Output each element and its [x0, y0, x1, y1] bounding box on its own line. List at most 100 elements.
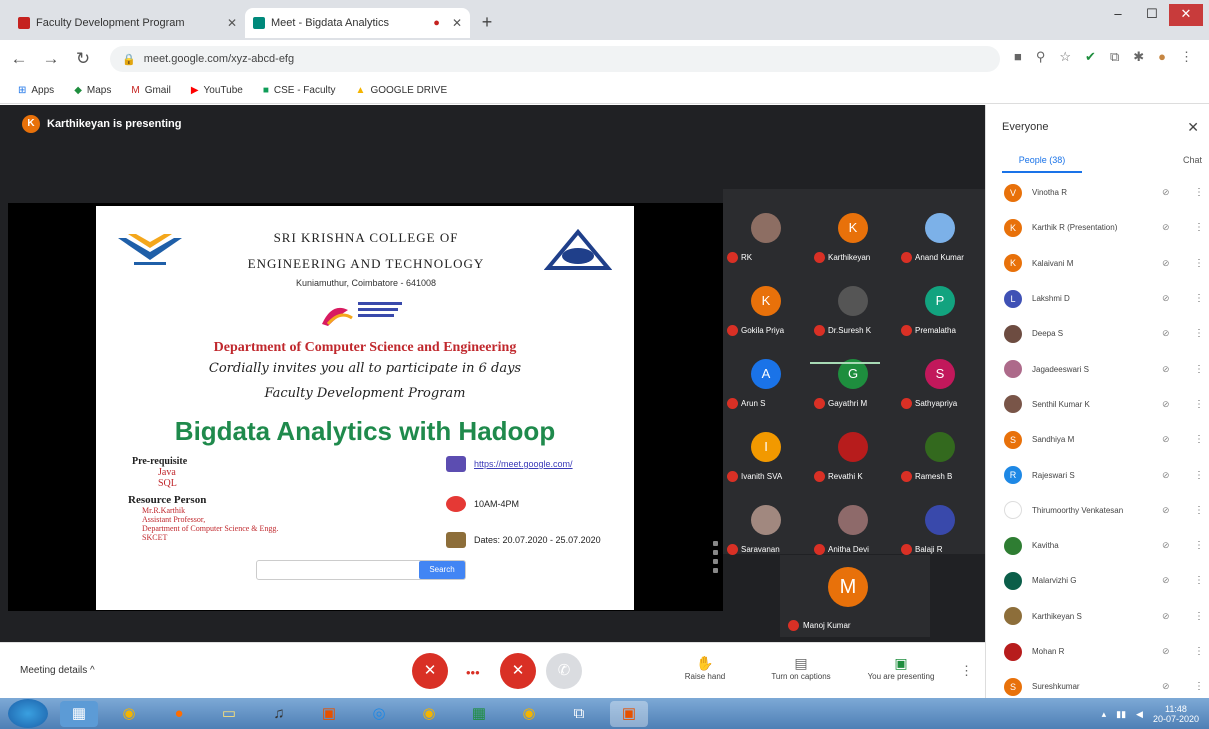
people-list-item[interactable]: V Vinotha R ⊘ ⋮: [986, 175, 1209, 210]
reload-icon[interactable]: ↻: [70, 49, 96, 69]
close-window-button[interactable]: ✕: [1169, 4, 1203, 26]
bookmark-maps[interactable]: ◆ Maps: [74, 85, 111, 96]
participant-tile[interactable]: Revathi K: [810, 418, 896, 488]
participant-tile[interactable]: Anand Kumar: [897, 199, 983, 269]
hangup-dots-icon[interactable]: •••: [466, 665, 480, 680]
captions-button[interactable]: ▤ Turn on captions: [756, 655, 846, 681]
minimize-button[interactable]: –: [1101, 4, 1135, 26]
people-list-item[interactable]: Senthil Kumar K ⊘ ⋮: [986, 387, 1209, 422]
mic-toggle-button[interactable]: ✕: [412, 653, 448, 689]
participant-tile[interactable]: K Karthikeyan: [810, 199, 896, 269]
participant-tile[interactable]: A Arun S: [723, 345, 809, 415]
profile-avatar-icon[interactable]: ●: [1158, 49, 1166, 65]
chrome-icon-2[interactable]: ◉: [410, 701, 448, 727]
tray-arrow-icon[interactable]: ▴: [1102, 709, 1107, 720]
person-more-icon[interactable]: ⋮: [1194, 540, 1204, 551]
person-more-icon[interactable]: ⋮: [1194, 328, 1204, 339]
person-more-icon[interactable]: ⋮: [1194, 293, 1204, 304]
people-list-item[interactable]: Deepa S ⊘ ⋮: [986, 316, 1209, 351]
tab-people[interactable]: People (38): [1002, 155, 1082, 173]
participant-tile[interactable]: K Gokila Priya: [723, 272, 809, 342]
present-button[interactable]: ▣ You are presenting: [856, 655, 946, 681]
raise-hand-button[interactable]: ✋ Raise hand: [660, 655, 750, 681]
close-panel-icon[interactable]: ✕: [1187, 119, 1199, 136]
powerpoint-icon[interactable]: ▣: [310, 701, 348, 727]
address-bar[interactable]: 🔒 meet.google.com/xyz-abcd-efg: [110, 46, 1000, 72]
person-more-icon[interactable]: ⋮: [1194, 575, 1204, 586]
star-icon[interactable]: ☆: [1059, 49, 1071, 65]
participant-tile[interactable]: Saravanan: [723, 491, 809, 561]
person-more-icon[interactable]: ⋮: [1194, 681, 1204, 692]
folder-icon[interactable]: ▭: [210, 701, 248, 727]
person-more-icon[interactable]: ⋮: [1194, 434, 1204, 445]
explorer-icon[interactable]: ▦: [60, 700, 98, 727]
menu-icon[interactable]: ⋮: [1180, 49, 1193, 65]
check-extension-icon[interactable]: ✔: [1085, 49, 1096, 65]
hang-up-button[interactable]: ✆: [546, 653, 582, 689]
participant-tile[interactable]: P Premalatha: [897, 272, 983, 342]
tab-close-icon[interactable]: ✕: [227, 16, 237, 30]
participant-tile[interactable]: G Gayathri M: [810, 345, 896, 415]
person-more-icon[interactable]: ⋮: [1194, 505, 1204, 516]
participant-tile[interactable]: Dr.Suresh K: [810, 272, 896, 342]
zoom-icon[interactable]: ⚲: [1036, 49, 1046, 65]
tile-drag-handle[interactable]: [713, 541, 719, 581]
person-more-icon[interactable]: ⋮: [1194, 399, 1204, 410]
people-list-item[interactable]: K Kalaivani M ⊘ ⋮: [986, 246, 1209, 281]
participant-tile[interactable]: RK: [723, 199, 809, 269]
person-more-icon[interactable]: ⋮: [1194, 258, 1204, 269]
people-list-item[interactable]: Malarvizhi G ⊘ ⋮: [986, 563, 1209, 598]
back-arrow-icon[interactable]: ←: [6, 49, 32, 69]
forward-arrow-icon[interactable]: →: [38, 49, 64, 69]
participant-tile[interactable]: I Ivanith SVA: [723, 418, 809, 488]
firefox-icon[interactable]: ●: [160, 701, 198, 727]
participant-tile[interactable]: S Sathyapriya: [897, 345, 983, 415]
meeting-details-button[interactable]: Meeting details ^: [20, 665, 95, 676]
people-list-item[interactable]: Jagadeeswari S ⊘ ⋮: [986, 351, 1209, 386]
person-more-icon[interactable]: ⋮: [1194, 470, 1204, 481]
new-tab-button[interactable]: +: [476, 12, 498, 34]
excel-icon[interactable]: ▦: [460, 701, 498, 727]
puzzle-icon[interactable]: ✱: [1133, 49, 1144, 65]
bookmark-apps[interactable]: ⊞ Apps: [18, 85, 54, 96]
browser-icon[interactable]: ◎: [360, 701, 398, 727]
tab-chat[interactable]: Chat: [1132, 155, 1202, 173]
browser-tab-inactive[interactable]: Faculty Development Program ✕: [10, 8, 245, 38]
people-list-item[interactable]: Karthikeyan S ⊘ ⋮: [986, 599, 1209, 634]
people-list-item[interactable]: Mohan R ⊘ ⋮: [986, 634, 1209, 669]
people-list-item[interactable]: Kavitha ⊘ ⋮: [986, 528, 1209, 563]
chrome-icon[interactable]: ◉: [110, 701, 148, 727]
maximize-button[interactable]: ☐: [1135, 4, 1169, 26]
camera-icon[interactable]: ■: [1014, 49, 1022, 65]
media-icon[interactable]: ♫: [260, 701, 298, 727]
people-list-item[interactable]: Thirumoorthy Venkatesan ⊘ ⋮: [986, 493, 1209, 528]
bookmark-drive[interactable]: ▲ GOOGLE DRIVE: [356, 85, 448, 96]
bookmark-cse[interactable]: ■ CSE - Faculty: [263, 85, 336, 96]
network-icon[interactable]: ▮▮: [1116, 709, 1126, 720]
person-more-icon[interactable]: ⋮: [1194, 187, 1204, 198]
person-more-icon[interactable]: ⋮: [1194, 222, 1204, 233]
clock[interactable]: 11:48 20-07-2020: [1153, 704, 1199, 724]
people-list-item[interactable]: R Rajeswari S ⊘ ⋮: [986, 457, 1209, 492]
more-options-icon[interactable]: ⋮: [960, 663, 973, 679]
people-list-item[interactable]: L Lakshmi D ⊘ ⋮: [986, 281, 1209, 316]
bookmark-gmail[interactable]: M Gmail: [131, 85, 170, 96]
extension-icon[interactable]: ⧉: [1110, 49, 1119, 65]
person-more-icon[interactable]: ⋮: [1194, 364, 1204, 375]
powerpoint-active-icon[interactable]: ▣: [610, 700, 648, 727]
participant-tile[interactable]: Ramesh B: [897, 418, 983, 488]
browser-tab-active[interactable]: Meet - Bigdata Analytics ● ✕: [245, 8, 470, 38]
participant-tile[interactable]: Anitha Devi: [810, 491, 896, 561]
person-more-icon[interactable]: ⋮: [1194, 611, 1204, 622]
tab-close-icon[interactable]: ✕: [452, 16, 462, 30]
bookmark-youtube[interactable]: ▶ YouTube: [191, 85, 243, 96]
chrome-icon-3[interactable]: ◉: [510, 701, 548, 727]
camera-toggle-button[interactable]: ✕: [500, 653, 536, 689]
person-more-icon[interactable]: ⋮: [1194, 646, 1204, 657]
window-switcher-icon[interactable]: ⧉: [560, 701, 598, 727]
people-list-item[interactable]: K Karthik R (Presentation) ⊘ ⋮: [986, 210, 1209, 245]
participant-tile[interactable]: Balaji R: [897, 491, 983, 561]
people-list-item[interactable]: S Sandhiya M ⊘ ⋮: [986, 422, 1209, 457]
start-button[interactable]: [8, 699, 48, 728]
volume-icon[interactable]: ◀: [1136, 709, 1143, 720]
